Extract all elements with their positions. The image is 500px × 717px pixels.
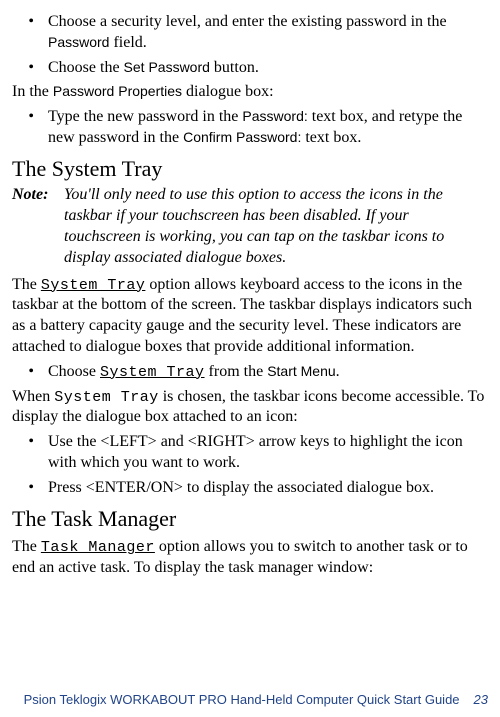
list-item: Choose the Set Password button. <box>42 58 488 79</box>
ui-term: Password <box>48 34 109 50</box>
text: from the <box>205 363 268 380</box>
bullet-list: Type the new password in the Password: t… <box>12 107 488 149</box>
note-block: Note: You'll only need to use this optio… <box>12 185 488 268</box>
menu-item: System Tray <box>100 364 205 381</box>
list-item: Use the <LEFT> and <RIGHT> arrow keys to… <box>42 432 488 474</box>
menu-item: System Tray <box>54 389 159 406</box>
note-body: You'll only need to use this option to a… <box>64 185 488 268</box>
list-item: Type the new password in the Password: t… <box>42 107 488 149</box>
text: Type the new password in the <box>48 108 242 125</box>
text: . <box>336 363 340 380</box>
ui-term: Password: <box>242 108 307 124</box>
paragraph: The Task Manager option allows you to sw… <box>12 537 488 579</box>
menu-item: Task Manager <box>41 539 155 556</box>
list-item: Choose a security level, and enter the e… <box>42 12 488 54</box>
text: Choose <box>48 363 100 380</box>
heading-task-manager: The Task Manager <box>12 505 488 534</box>
text: field. <box>109 34 146 51</box>
text: Choose a security level, and enter the e… <box>48 13 447 30</box>
ui-term: Password Properties <box>53 83 182 99</box>
text: In the <box>12 83 53 100</box>
ui-term: Set Password <box>124 59 210 75</box>
ui-term: Start Menu <box>267 363 335 379</box>
list-item: Choose System Tray from the Start Menu. <box>42 362 488 383</box>
text: Choose the <box>48 59 124 76</box>
ui-term: Confirm Password: <box>183 129 301 145</box>
heading-system-tray: The System Tray <box>12 155 488 184</box>
text: The <box>12 538 41 555</box>
text: The <box>12 276 41 293</box>
note-label: Note: <box>12 185 64 268</box>
text: text box. <box>301 129 361 146</box>
paragraph: The System Tray option allows keyboard a… <box>12 275 488 358</box>
bullet-list: Use the <LEFT> and <RIGHT> arrow keys to… <box>12 432 488 498</box>
text: button. <box>210 59 259 76</box>
text: dialogue box: <box>182 83 274 100</box>
paragraph: In the Password Properties dialogue box: <box>12 82 488 103</box>
page-number: 23 <box>474 692 488 707</box>
bullet-list: Choose a security level, and enter the e… <box>12 12 488 78</box>
text: When <box>12 388 54 405</box>
page-footer: Psion Teklogix WORKABOUT PRO Hand-Held C… <box>24 692 488 709</box>
footer-title: Psion Teklogix WORKABOUT PRO Hand-Held C… <box>24 692 460 707</box>
menu-item: System Tray <box>41 277 146 294</box>
bullet-list: Choose System Tray from the Start Menu. <box>12 362 488 383</box>
paragraph: When System Tray is chosen, the taskbar … <box>12 387 488 429</box>
list-item: Press <ENTER/ON> to display the associat… <box>42 478 488 499</box>
